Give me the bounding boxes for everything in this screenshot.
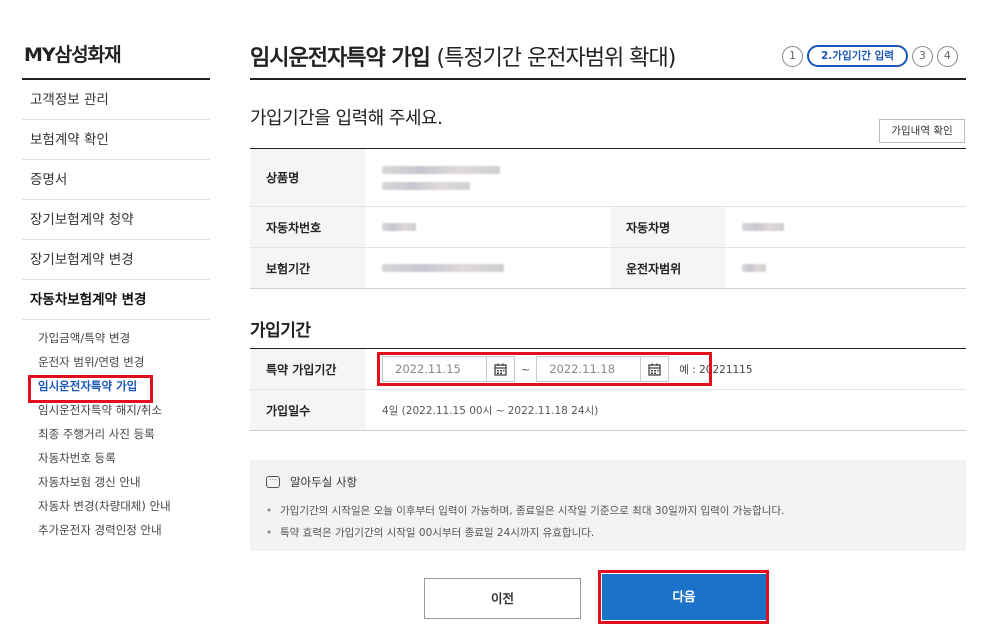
redacted-car-name [742,223,784,231]
subitem-mileage-photo[interactable]: 최종 주행거리 사진 등록 [22,422,210,446]
subitem-temp-driver-cancel[interactable]: 임시운전자특약 해지/취소 [22,398,210,422]
driver-range-label: 운전자범위 [610,248,726,288]
date-range-separator: ~ [521,362,531,376]
sidebar-submenu: 가입금액/특약 변경 운전자 범위/연령 변경 임시운전자특약 가입 임시운전자… [22,320,210,542]
rider-period-label: 특약 가입기간 [250,349,366,389]
page-title-sub: (특정기간 운전자범위 확대) [436,46,677,71]
notice-box: ··· 알아두실 사항 • 가입기간의 시작일은 오늘 이후부터 입력이 가능하며… [250,460,966,551]
speech-bubble-icon: ··· [266,476,280,488]
subitem-renewal-guide[interactable]: 자동차보험 갱신 안내 [22,470,210,494]
contract-info-table: 상품명 자동차번호 자동차명 보험기간 운전자범위 [250,148,966,289]
car-name-label: 자동차명 [610,207,726,247]
step-1: 1 [782,45,803,67]
page-title: 임시운전자특약 가입 (특정기간 운전자범위 확대) [250,40,677,72]
car-number-label: 자동차번호 [250,207,366,247]
sidebar-item-customer-info[interactable]: 고객정보 관리 [22,80,210,120]
redacted-product-line2 [382,181,470,190]
redacted-product-line1 [382,165,500,174]
subitem-temp-driver-join[interactable]: 임시운전자특약 가입 [22,374,210,398]
subitem-amount-rider-change[interactable]: 가입금액/특약 변경 [22,326,210,350]
start-calendar-icon[interactable] [486,357,514,381]
sidebar-item-long-term-apply[interactable]: 장기보험계약 청약 [22,200,210,240]
sidebar-item-contract-check[interactable]: 보험계약 확인 [22,120,210,160]
step-indicator: 1 2.가입기간 입력 3 4 [782,45,962,67]
step-2-active: 2.가입기간 입력 [807,45,908,67]
step-3: 3 [911,45,933,67]
car-name-value [726,207,966,247]
history-button[interactable]: 가입내역 확인 [879,119,965,143]
sidebar-item-certificates[interactable]: 증명서 [22,160,210,200]
redacted-period [382,264,504,272]
step-4: 4 [936,45,958,67]
notice-title: ··· 알아두실 사항 [266,474,950,490]
insurance-period-value [366,248,610,288]
car-number-value [366,207,610,247]
rider-period-inputs: 2022.11.15 ~ 2022.11.18 예 : 20221115 [366,349,966,389]
sidebar-menu: 고객정보 관리 보험계약 확인 증명서 장기보험계약 청약 장기보험계약 변경 … [22,80,210,320]
subitem-extra-driver-career[interactable]: 추가운전자 경력인정 안내 [22,518,210,542]
period-section-title: 가입기간 [250,321,311,341]
end-calendar-icon[interactable] [640,357,668,381]
header-divider [250,78,966,80]
insurance-period-label: 보험기간 [250,248,366,288]
start-date-field[interactable]: 2022.11.15 [382,356,515,382]
notice-title-text: 알아두실 사항 [290,475,358,489]
sidebar: MY삼성화재 고객정보 관리 보험계약 확인 증명서 장기보험계약 청약 장기보… [22,30,210,542]
row-product: 상품명 [250,149,966,207]
subitem-car-replace-guide[interactable]: 자동차 변경(차량대체) 안내 [22,494,210,518]
lead-text: 가입기간을 입력해 주세요. [250,108,443,129]
days-value: 4일 (2022.11.15 00시 ~ 2022.11.18 24시) [382,404,599,417]
sidebar-title: MY삼성화재 [22,30,210,80]
row-period: 보험기간 운전자범위 [250,248,966,289]
row-rider-period: 특약 가입기간 2022.11.15 ~ 2022.11.18 예 : 2022… [250,349,966,390]
period-table: 특약 가입기간 2022.11.15 ~ 2022.11.18 예 : 2022… [250,348,966,431]
row-car: 자동차번호 자동차명 [250,207,966,248]
product-label: 상품명 [250,149,366,206]
sidebar-item-long-term-change[interactable]: 장기보험계약 변경 [22,240,210,280]
row-days: 가입일수 4일 (2022.11.15 00시 ~ 2022.11.18 24시… [250,390,966,431]
product-value [366,149,966,206]
start-date-placeholder: 2022.11.15 [395,362,461,376]
page-title-main: 임시운전자특약 가입 [250,46,431,71]
subitem-car-number-register[interactable]: 자동차번호 등록 [22,446,210,470]
date-format-example: 예 : 20221115 [679,363,753,376]
subitem-driver-range-change[interactable]: 운전자 범위/연령 변경 [22,350,210,374]
notice-item: • 가입기간의 시작일은 오늘 이후부터 입력이 가능하며, 종료일은 시작일 기… [266,505,785,517]
notice-item: • 특약 효력은 가입기간의 시작일 00시부터 종료일 24시까지 유효합니다. [266,527,595,539]
notice-item-text-1: 가입기간의 시작일은 오늘 이후부터 입력이 가능하며, 종료일은 시작일 기준… [280,505,785,517]
days-label: 가입일수 [250,390,366,430]
end-date-placeholder: 2022.11.18 [549,362,616,376]
sidebar-item-auto-change[interactable]: 자동차보험계약 변경 [22,280,210,320]
next-button[interactable]: 다음 [602,574,766,620]
prev-button[interactable]: 이전 [424,578,581,619]
redacted-car-number [382,223,416,231]
redacted-driver-range [742,264,766,272]
end-date-field[interactable]: 2022.11.18 [536,356,670,382]
driver-range-value [726,248,966,288]
notice-item-text-2: 특약 효력은 가입기간의 시작일 00시부터 종료일 24시까지 유효합니다. [280,527,595,539]
